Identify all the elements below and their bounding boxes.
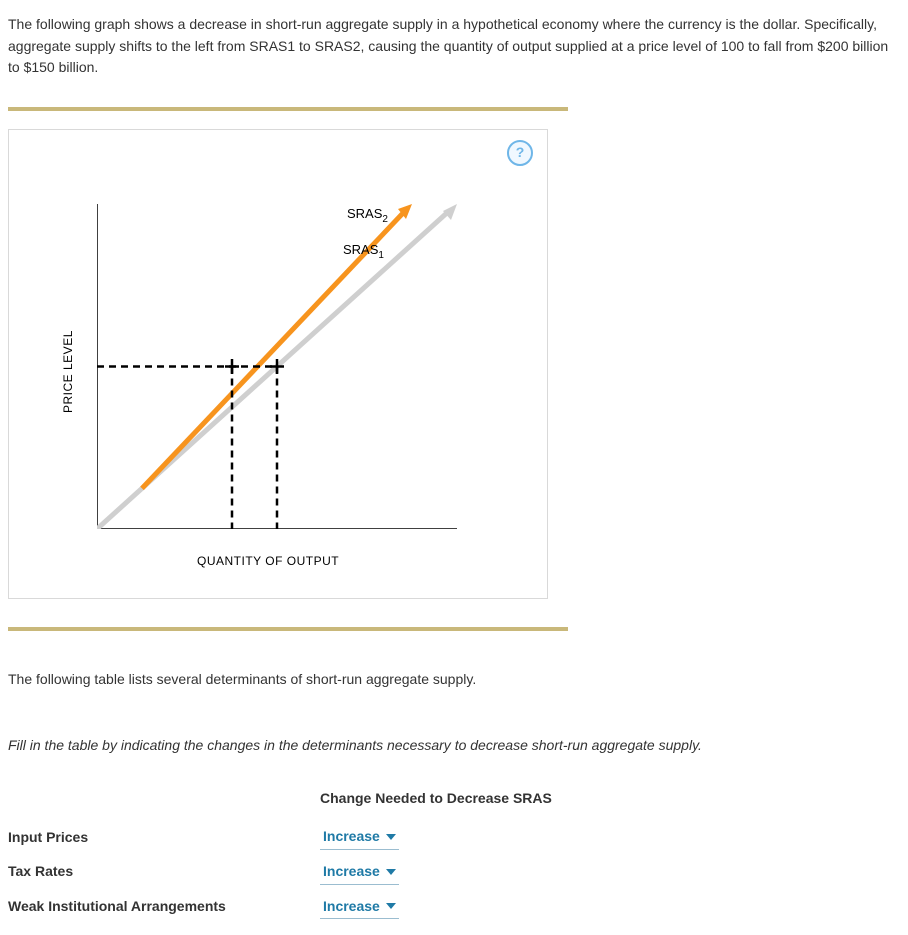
table-header: Change Needed to Decrease SRAS bbox=[320, 782, 564, 820]
chevron-down-icon bbox=[386, 834, 396, 840]
divider-top bbox=[8, 107, 568, 111]
intro-paragraph: The following graph shows a decrease in … bbox=[8, 14, 900, 79]
x-axis-label: QUANTITY OF OUTPUT bbox=[197, 552, 339, 571]
chevron-down-icon bbox=[386, 869, 396, 875]
row-label: Weak Institutional Arrangements bbox=[8, 890, 320, 925]
y-axis-label: PRICE LEVEL bbox=[59, 330, 78, 413]
sras2-label: SRAS2 bbox=[347, 206, 388, 225]
table-row: Input Prices Increase bbox=[8, 820, 564, 855]
row-label: Tax Rates bbox=[8, 855, 320, 890]
dropdown-value: Increase bbox=[323, 826, 380, 848]
dropdown-weak-institutional[interactable]: Increase bbox=[320, 895, 399, 920]
instructions-text: Fill in the table by indicating the chan… bbox=[8, 735, 900, 757]
row-label: Input Prices bbox=[8, 820, 320, 855]
dropdown-value: Increase bbox=[323, 861, 380, 883]
determinants-table: Change Needed to Decrease SRAS Input Pri… bbox=[8, 782, 564, 924]
table-row: Weak Institutional Arrangements Increase bbox=[8, 890, 564, 925]
dropdown-value: Increase bbox=[323, 896, 380, 918]
section-text: The following table lists several determ… bbox=[8, 669, 900, 691]
divider-bottom bbox=[8, 627, 568, 631]
chart-container: ? PRICE LEVEL QUANTITY OF OUTPUT 0 25 50… bbox=[8, 129, 548, 599]
dropdown-tax-rates[interactable]: Increase bbox=[320, 860, 399, 885]
dropdown-input-prices[interactable]: Increase bbox=[320, 825, 399, 850]
chevron-down-icon bbox=[386, 903, 396, 909]
table-row: Tax Rates Increase bbox=[8, 855, 564, 890]
help-icon[interactable]: ? bbox=[507, 140, 533, 166]
chart-plot: 0 25 50 75 100 125 150 175 200 0 50 100 … bbox=[97, 204, 457, 529]
sras1-label: SRAS1 bbox=[343, 242, 384, 261]
